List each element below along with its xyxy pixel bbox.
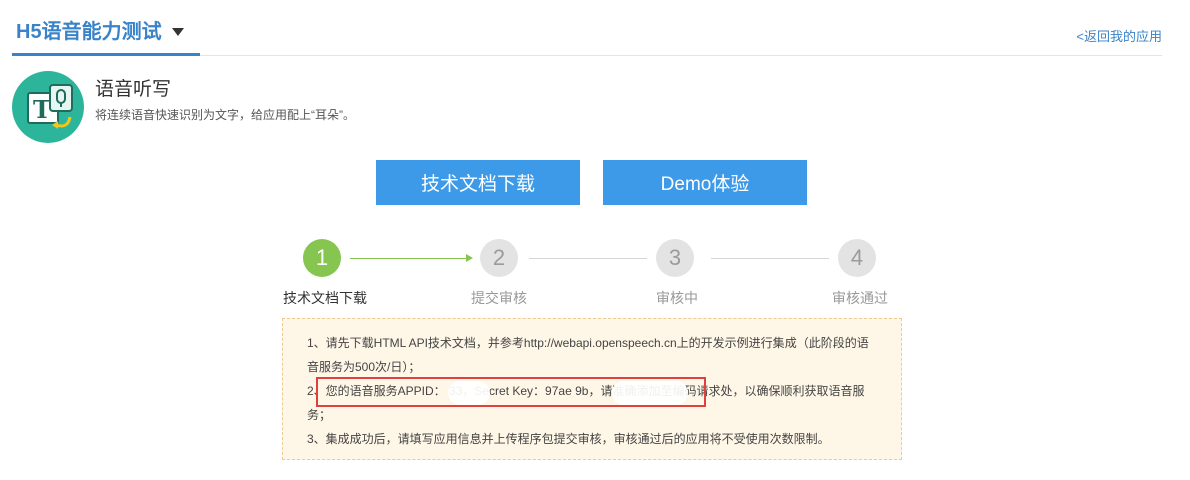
step-connector-3 [711, 258, 829, 259]
notice-line-3: 3、集成成功后，请填写应用信息并上传程序包提交审核，审核通过后的应用将不受使用次… [307, 432, 830, 446]
arrow-right-icon [466, 254, 473, 262]
step-3-circle: 3 [656, 239, 694, 277]
page-header: H5语音能力测试 <返回我的应用 [12, 0, 1162, 56]
app-name: 语音听写 [95, 79, 172, 100]
page-title: H5语音能力测试 [16, 21, 162, 43]
step-4-circle: 4 [838, 239, 876, 277]
step-4-label: 审核通过 [832, 290, 888, 306]
step-2-label: 提交审核 [471, 290, 527, 306]
app-description: 将连续语音快速识别为文字，给应用配上“耳朵”。 [95, 108, 355, 122]
back-to-my-apps-link[interactable]: <返回我的应用 [1076, 26, 1162, 45]
step-1-label: 技术文档下载 [283, 290, 367, 306]
app-title-dropdown[interactable]: H5语音能力测试 [12, 16, 200, 56]
step-2-circle: 2 [480, 239, 518, 277]
demo-button[interactable]: Demo体验 [603, 160, 807, 205]
chevron-down-icon[interactable] [171, 28, 184, 36]
svg-text:T: T [33, 95, 51, 124]
step-connector-1 [350, 258, 466, 259]
notice-line-1: 1、请先下载HTML API技术文档，并参考http://webapi.open… [307, 336, 869, 374]
step-connector-2 [529, 258, 647, 259]
step-1-circle: 1 [303, 239, 341, 277]
credentials-highlight-box [316, 377, 706, 407]
step-3-label: 审核中 [656, 290, 698, 306]
speech-to-text-icon: T [12, 71, 84, 143]
tech-doc-download-button[interactable]: 技术文档下载 [376, 160, 580, 205]
